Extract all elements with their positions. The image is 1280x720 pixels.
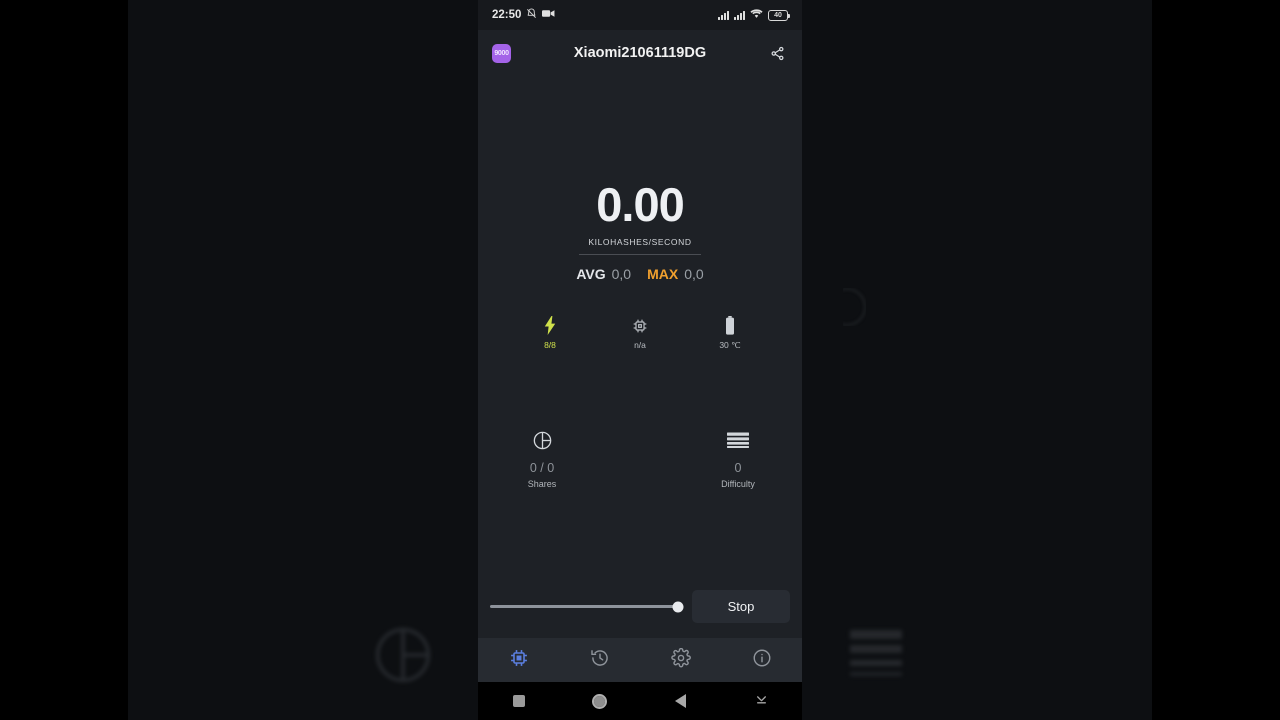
nav-item-history[interactable] — [559, 638, 640, 682]
stat-shares: 0 / 0 Shares — [499, 429, 585, 489]
shares-label: Shares — [527, 479, 557, 489]
signal-bars-icon-2 — [734, 10, 745, 20]
app-logo-icon[interactable]: 9000 — [492, 43, 511, 63]
bottom-navigation — [478, 638, 802, 682]
pie-chart-icon — [499, 429, 585, 451]
status-bar-right: 40 — [718, 6, 790, 24]
device-stats-row: 8/8 n/a 30 ℃ — [478, 315, 802, 351]
avg-value: 0,0 — [611, 266, 632, 282]
page-title: Xiaomi21061119DG — [573, 45, 707, 61]
battery-indicator: 40 — [768, 9, 790, 21]
status-bar-left: 22:50 — [492, 8, 555, 22]
system-nav-home[interactable] — [559, 693, 640, 709]
threads-slider[interactable] — [490, 596, 684, 618]
stat-cpu: n/a — [614, 315, 666, 351]
hashrate-unit: KILOHASHES/SECOND — [588, 237, 692, 247]
lightning-bolt-icon — [524, 315, 576, 336]
divider — [579, 254, 701, 255]
nav-item-settings[interactable] — [640, 638, 721, 682]
video-camera-icon — [542, 9, 555, 21]
stacked-bars-icon — [695, 429, 781, 451]
history-clock-icon — [590, 648, 610, 673]
info-circle-icon — [752, 648, 772, 673]
nav-item-info[interactable] — [721, 638, 802, 682]
home-circle-icon — [592, 693, 607, 709]
stat-cpu-value: n/a — [634, 340, 646, 350]
max-label: MAX — [647, 266, 679, 282]
cpu-chip-icon — [509, 648, 529, 673]
mining-stats-row: 0 / 0 Shares 0 Difficulty — [478, 429, 802, 489]
slider-thumb[interactable] — [672, 601, 684, 612]
signal-bars-icon — [718, 10, 729, 20]
max-value: 0,0 — [684, 266, 704, 282]
background-left-edge — [0, 0, 128, 720]
battery-temperature-icon — [704, 315, 756, 336]
system-nav-recents[interactable] — [478, 695, 559, 707]
slider-track[interactable] — [490, 605, 682, 608]
hide-keyboard-icon — [755, 692, 768, 710]
nav-item-miner[interactable] — [478, 638, 559, 682]
cpu-chip-icon — [614, 315, 666, 336]
hashrate-value: 0.00 — [596, 178, 684, 231]
controls-row: Stop — [478, 590, 802, 623]
bell-mute-icon — [526, 8, 537, 22]
stat-temperature-value: 30 ℃ — [719, 340, 741, 350]
background-blur-left — [128, 0, 480, 720]
stat-threads-value: 8/8 — [544, 340, 556, 350]
battery-level-text: 40 — [774, 11, 782, 19]
phone-screen: 22:50 40 9000 Xiaomi21061119DG 0.00 KILO… — [478, 0, 802, 720]
recents-square-icon — [512, 695, 525, 707]
avg-label: AVG — [576, 266, 606, 282]
gear-icon — [670, 647, 691, 673]
stop-button[interactable]: Stop — [692, 590, 790, 623]
wifi-icon — [750, 6, 763, 24]
app-bar: 9000 Xiaomi21061119DG — [478, 30, 802, 76]
background-pie-chart-icon — [370, 622, 436, 688]
background-right-edge — [1152, 0, 1280, 720]
system-nav-back[interactable] — [640, 694, 721, 708]
background-blur-right — [800, 0, 1152, 720]
difficulty-value: 0 — [734, 461, 742, 475]
screenshot-stage: 22:50 40 9000 Xiaomi21061119DG 0.00 KILO… — [0, 0, 1280, 720]
hashrate-block: 0.00 KILOHASHES/SECOND AVG 0,0 MAX 0,0 — [478, 181, 802, 282]
background-stacked-bars-icon — [850, 630, 902, 676]
stat-temperature: 30 ℃ — [704, 315, 756, 351]
system-navigation-bar — [478, 682, 802, 720]
hashrate-summary: AVG 0,0 MAX 0,0 — [478, 266, 802, 282]
stat-threads: 8/8 — [524, 315, 576, 351]
shares-value: 0 / 0 — [529, 461, 555, 475]
difficulty-label: Difficulty — [721, 479, 755, 489]
system-nav-hide[interactable] — [721, 692, 802, 710]
stat-difficulty: 0 Difficulty — [695, 429, 781, 489]
status-bar: 22:50 40 — [478, 0, 802, 30]
back-triangle-icon — [675, 694, 686, 708]
status-time: 22:50 — [492, 9, 522, 21]
share-icon[interactable] — [766, 42, 788, 64]
